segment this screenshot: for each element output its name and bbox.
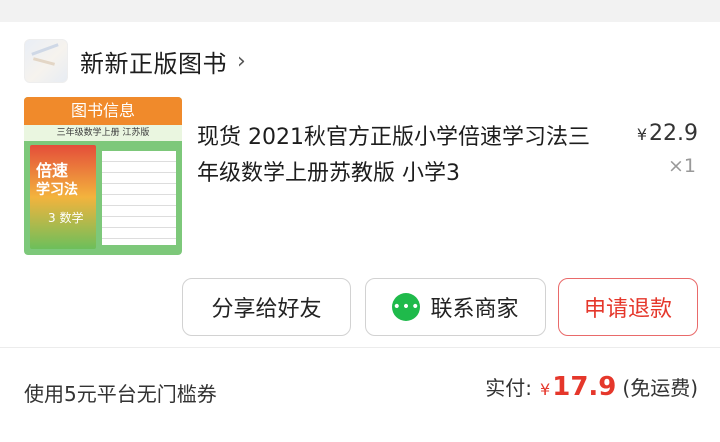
product-title[interactable]: 现货 2021秋官方正版小学倍速学习法三年级数学上册苏教版 小学3 [197,120,592,192]
shipping-note: (免运费) [622,376,698,400]
share-button[interactable]: 分享给好友 [182,278,351,336]
request-refund-button[interactable]: 申请退款 [558,278,698,336]
product-price: ¥22.9 [637,121,698,146]
price-currency: ¥ [636,125,648,144]
product-quantity: ×1 [667,155,696,177]
paid-currency: ¥ [540,380,551,399]
price-value: 22.9 [649,121,698,146]
chat-icon: ••• [392,293,421,321]
cover-line-3: 3 数学 [48,211,84,225]
shop-name[interactable]: 新新正版图书 [80,44,227,79]
cover-line-1: 倍速 [36,161,69,180]
paid-amount: 17.9 [552,372,617,402]
refund-button-label: 申请退款 [583,297,672,322]
shop-header[interactable]: 新新正版图书 › [24,39,246,83]
share-button-label: 分享给好友 [211,297,322,322]
coupon-info: 使用5元平台无门槛券 [24,382,217,406]
contact-button-label: 联系商家 [430,297,519,322]
thumbnail-subheader: 三年级数学上册 江苏版 [24,125,182,141]
chevron-right-icon[interactable]: › [237,49,246,74]
cover-line-2: 学习法 [36,182,78,198]
shop-logo[interactable] [24,39,68,83]
product-thumbnail[interactable]: 图书信息 三年级数学上册 江苏版 倍速 学习法 3 数学 [24,97,182,255]
paid-summary: 实付: ¥ 17.9 (免运费) [485,372,698,402]
contact-seller-button[interactable]: ••• 联系商家 [365,278,546,336]
order-card: 新新正版图书 › 图书信息 三年级数学上册 江苏版 倍速 学习法 3 数学 现货… [0,22,720,442]
book-info-table-image [102,151,176,245]
book-cover-image: 倍速 学习法 3 数学 [30,145,96,249]
order-item-section: 新新正版图书 › 图书信息 三年级数学上册 江苏版 倍速 学习法 3 数学 现货… [0,22,720,348]
thumbnail-header: 图书信息 [24,97,182,125]
paid-label: 实付: [485,376,533,400]
